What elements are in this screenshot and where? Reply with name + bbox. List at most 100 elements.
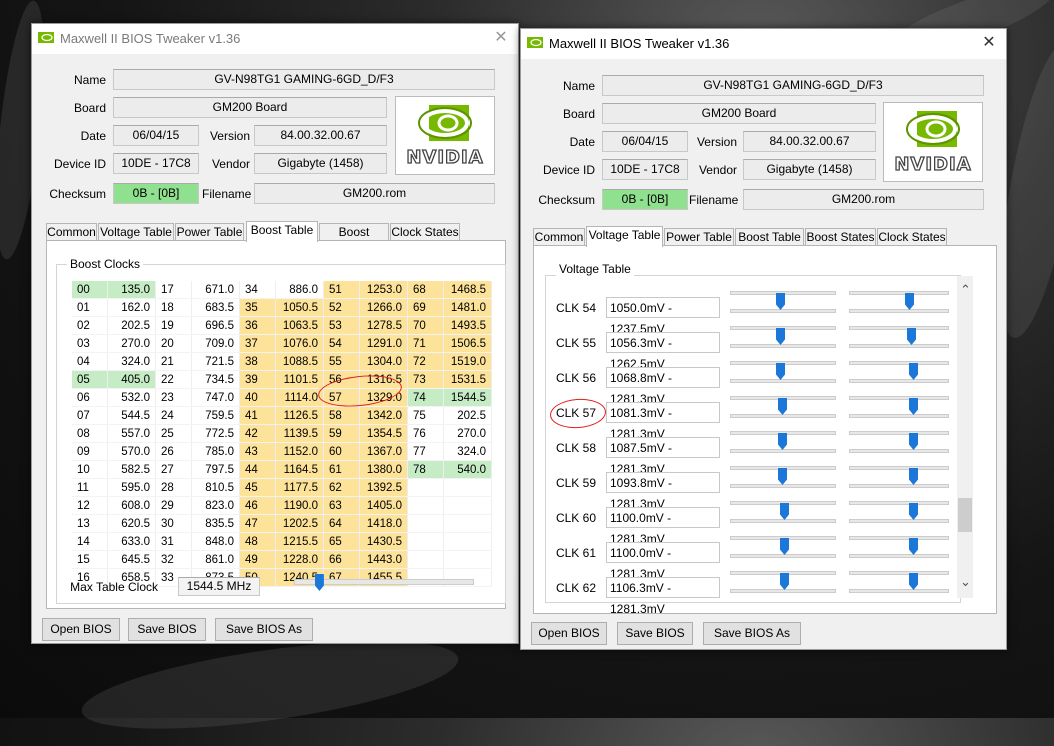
date-field[interactable]: 06/04/15 bbox=[602, 131, 688, 152]
boost-clock-cell[interactable]: 1253.0 bbox=[359, 281, 408, 299]
boost-clock-cell[interactable]: 747.0 bbox=[191, 388, 240, 407]
boost-clock-cell[interactable]: 324.0 bbox=[107, 352, 156, 371]
boost-clock-cell[interactable] bbox=[443, 478, 492, 497]
voltage-range-field[interactable]: 1056.3mV - 1262.5mV bbox=[606, 332, 720, 371]
boost-clock-cell[interactable]: 1405.0 bbox=[359, 496, 408, 515]
voltage-max-slider-track[interactable] bbox=[849, 484, 949, 488]
boost-clock-cell[interactable]: 540.0 bbox=[443, 460, 492, 479]
boost-clock-cell[interactable]: 270.0 bbox=[443, 424, 492, 443]
boost-clock-cell[interactable]: 1139.5 bbox=[275, 424, 324, 443]
voltage-max-slider-track[interactable] bbox=[849, 571, 949, 575]
voltage-max-slider-track[interactable] bbox=[849, 466, 949, 470]
tab-boost-table[interactable]: Boost Table bbox=[735, 228, 804, 246]
version-field[interactable]: 84.00.32.00.67 bbox=[254, 125, 387, 146]
boost-clock-cell[interactable]: 759.5 bbox=[191, 406, 240, 425]
boost-clock-cell[interactable]: 1126.5 bbox=[275, 406, 324, 425]
voltage-max-slider-track[interactable] bbox=[849, 431, 949, 435]
voltage-scrollbar[interactable]: ⌃ ⌄ bbox=[957, 276, 973, 598]
title-bar[interactable]: Maxwell II BIOS Tweaker v1.36 ✕ bbox=[521, 29, 1006, 59]
voltage-min-slider-track[interactable] bbox=[730, 589, 836, 593]
voltage-min-slider-track[interactable] bbox=[730, 484, 836, 488]
boost-clock-cell[interactable]: 1228.0 bbox=[275, 550, 324, 569]
boost-clock-cell[interactable]: 810.5 bbox=[191, 478, 240, 497]
boost-clock-cell[interactable]: 1354.5 bbox=[359, 424, 408, 443]
voltage-max-slider-track[interactable] bbox=[849, 326, 949, 330]
voltage-max-slider-track[interactable] bbox=[849, 449, 949, 453]
voltage-min-slider-track[interactable] bbox=[730, 449, 836, 453]
boost-clock-cell[interactable]: 1164.5 bbox=[275, 460, 324, 479]
open-bios-button[interactable]: Open BIOS bbox=[42, 618, 120, 641]
voltage-min-slider-track[interactable] bbox=[730, 344, 836, 348]
boost-clock-cell[interactable]: 532.0 bbox=[107, 388, 156, 407]
boost-clock-cell[interactable]: 1088.5 bbox=[275, 352, 324, 371]
voltage-max-slider-track[interactable] bbox=[849, 501, 949, 505]
boost-clock-cell[interactable]: 696.5 bbox=[191, 316, 240, 335]
close-icon[interactable]: ✕ bbox=[978, 32, 1000, 54]
boost-clock-cell[interactable]: 848.0 bbox=[191, 532, 240, 551]
boost-clock-cell[interactable]: 823.0 bbox=[191, 496, 240, 515]
boost-clock-cell[interactable]: 1278.5 bbox=[359, 316, 408, 335]
boost-clock-cell[interactable]: 1430.5 bbox=[359, 532, 408, 551]
device-id-field[interactable]: 10DE - 17C8 bbox=[602, 159, 688, 180]
tab-power-table[interactable]: Power Table bbox=[175, 223, 244, 241]
voltage-range-field[interactable]: 1106.3mV - 1281.3mV bbox=[606, 577, 720, 616]
boost-clock-cell[interactable]: 772.5 bbox=[191, 424, 240, 443]
voltage-range-field[interactable]: 1050.0mV - 1237.5mV bbox=[606, 297, 720, 336]
board-field[interactable]: GM200 Board bbox=[113, 97, 387, 118]
boost-clock-cell[interactable]: 1443.0 bbox=[359, 550, 408, 569]
voltage-min-slider-track[interactable] bbox=[730, 309, 836, 313]
boost-clock-cell[interactable]: 620.5 bbox=[107, 514, 156, 533]
date-field[interactable]: 06/04/15 bbox=[113, 125, 199, 146]
boost-clock-cell[interactable]: 270.0 bbox=[107, 334, 156, 353]
voltage-min-slider-track[interactable] bbox=[730, 379, 836, 383]
boost-clock-cell[interactable]: 1531.5 bbox=[443, 370, 492, 389]
save-bios-button[interactable]: Save BIOS bbox=[617, 622, 693, 645]
filename-field[interactable]: GM200.rom bbox=[743, 189, 984, 210]
tab-boost-states[interactable]: Boost States bbox=[805, 228, 876, 246]
boost-clock-cell[interactable]: 135.0 bbox=[107, 281, 156, 299]
voltage-max-slider-track[interactable] bbox=[849, 554, 949, 558]
tab-voltage-table[interactable]: Voltage Table bbox=[586, 226, 663, 247]
scroll-down-icon[interactable]: ⌄ bbox=[960, 574, 971, 590]
boost-clock-cell[interactable]: 405.0 bbox=[107, 370, 156, 389]
tab-power-table[interactable]: Power Table bbox=[664, 228, 734, 246]
voltage-range-field[interactable]: 1100.0mV - 1281.3mV bbox=[606, 507, 720, 546]
boost-clock-cell[interactable]: 633.0 bbox=[107, 532, 156, 551]
boost-clock-cell[interactable]: 544.5 bbox=[107, 406, 156, 425]
boost-clock-cell[interactable] bbox=[443, 496, 492, 515]
voltage-range-field[interactable]: 1093.8mV - 1281.3mV bbox=[606, 472, 720, 511]
boost-clock-cell[interactable]: 1177.5 bbox=[275, 478, 324, 497]
tab-voltage-table[interactable]: Voltage Table bbox=[98, 223, 174, 241]
voltage-max-slider-track[interactable] bbox=[849, 379, 949, 383]
voltage-range-field[interactable]: 1087.5mV - 1281.3mV bbox=[606, 437, 720, 476]
boost-clock-cell[interactable]: 595.0 bbox=[107, 478, 156, 497]
boost-clock-cell[interactable]: 671.0 bbox=[191, 281, 240, 299]
boost-clock-cell[interactable]: 1380.0 bbox=[359, 460, 408, 479]
boost-clock-cell[interactable]: 1468.5 bbox=[443, 281, 492, 299]
boost-clock-cell[interactable]: 202.5 bbox=[107, 316, 156, 335]
tab-common[interactable]: Common bbox=[533, 228, 585, 246]
boost-clock-cell[interactable]: 886.0 bbox=[275, 281, 324, 299]
boost-clock-cell[interactable] bbox=[443, 514, 492, 533]
boost-clock-cell[interactable]: 861.0 bbox=[191, 550, 240, 569]
title-bar[interactable]: Maxwell II BIOS Tweaker v1.36 ✕ bbox=[32, 24, 518, 54]
boost-clock-cell[interactable]: 734.5 bbox=[191, 370, 240, 389]
tab-common[interactable]: Common bbox=[46, 223, 97, 241]
board-field[interactable]: GM200 Board bbox=[602, 103, 876, 124]
boost-clock-cell[interactable]: 1519.0 bbox=[443, 352, 492, 371]
filename-field[interactable]: GM200.rom bbox=[254, 183, 495, 204]
boost-clock-cell[interactable]: 797.5 bbox=[191, 460, 240, 479]
voltage-min-slider-track[interactable] bbox=[730, 414, 836, 418]
tab-boost-table[interactable]: Boost Table bbox=[246, 221, 318, 242]
boost-clock-cell[interactable]: 1050.5 bbox=[275, 298, 324, 317]
voltage-max-slider-track[interactable] bbox=[849, 414, 949, 418]
max-table-clock-field[interactable]: 1544.5 MHz bbox=[178, 577, 260, 596]
tab-clock-states[interactable]: Clock States bbox=[390, 223, 460, 241]
name-field[interactable]: GV-N98TG1 GAMING-6GD_D/F3 bbox=[602, 75, 984, 96]
tab-clock-states[interactable]: Clock States bbox=[877, 228, 947, 246]
voltage-max-slider-track[interactable] bbox=[849, 589, 949, 593]
boost-clock-cell[interactable]: 1544.5 bbox=[443, 388, 492, 407]
voltage-min-slider-track[interactable] bbox=[730, 519, 836, 523]
boost-clock-cell[interactable]: 557.0 bbox=[107, 424, 156, 443]
save-bios-button[interactable]: Save BIOS bbox=[128, 618, 206, 641]
